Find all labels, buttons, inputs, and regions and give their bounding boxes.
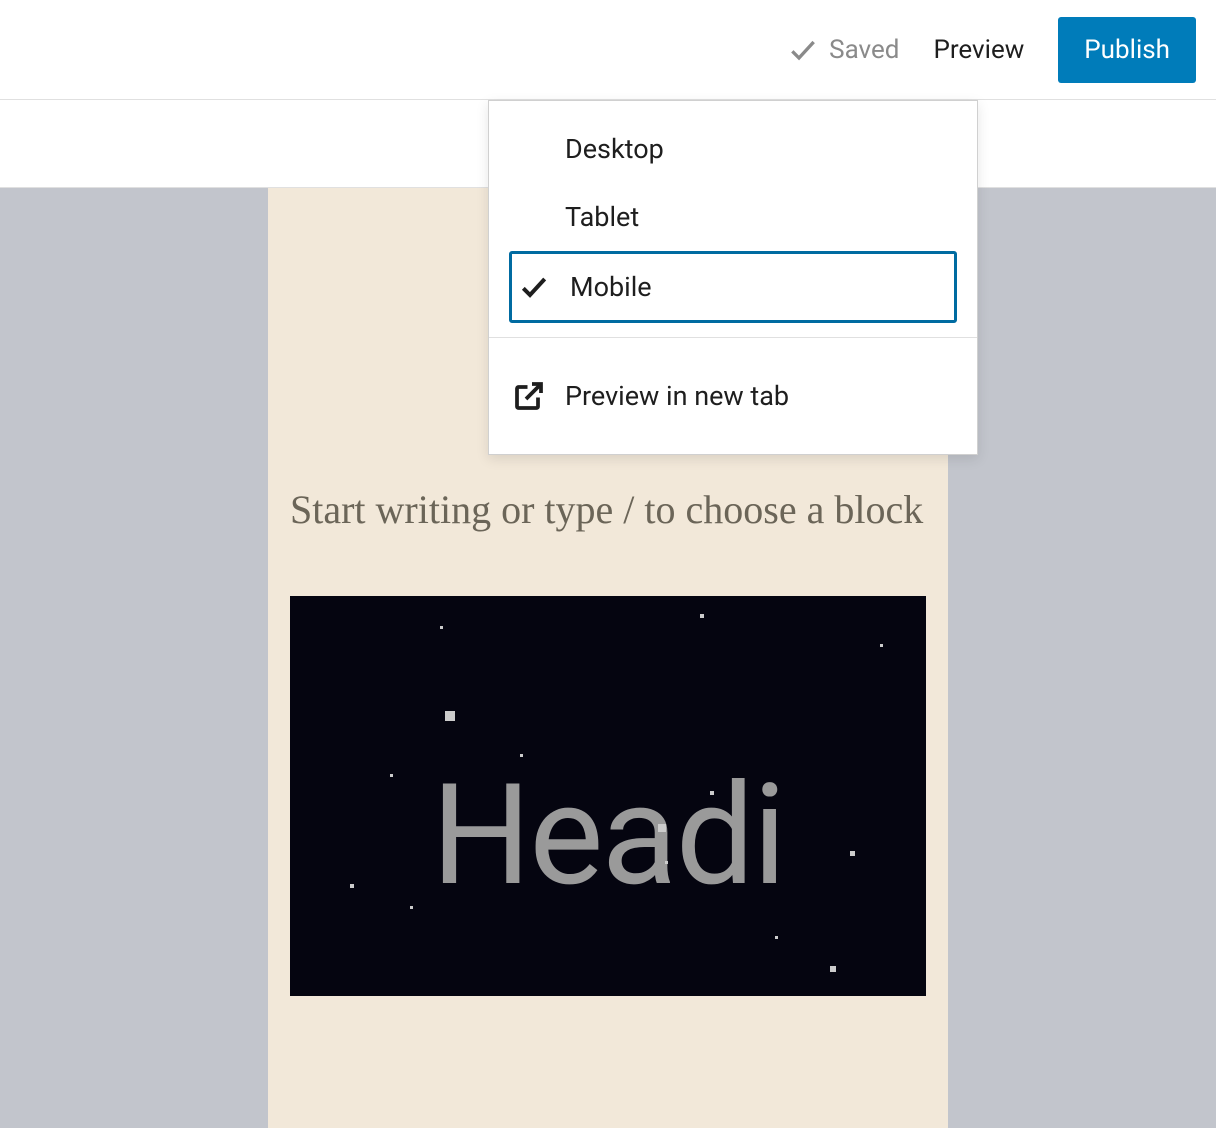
preview-button[interactable]: Preview	[921, 25, 1036, 75]
star-particle	[390, 774, 393, 777]
dropdown-item-tablet[interactable]: Tablet	[489, 183, 977, 251]
dropdown-device-section: Desktop Tablet Mobile	[489, 101, 977, 337]
saved-status: Saved	[787, 34, 899, 66]
star-particle	[830, 966, 836, 972]
dropdown-item-label: Desktop	[565, 133, 664, 165]
star-particle	[440, 626, 443, 629]
publish-button[interactable]: Publish	[1058, 17, 1196, 83]
cover-heading[interactable]: Headi	[431, 754, 784, 918]
check-icon	[787, 34, 819, 66]
star-particle	[658, 824, 666, 832]
block-placeholder[interactable]: Start writing or type / to choose a bloc…	[268, 476, 948, 544]
dropdown-item-desktop[interactable]: Desktop	[489, 115, 977, 183]
star-particle	[710, 791, 714, 795]
star-particle	[880, 644, 883, 647]
dropdown-item-label: Preview in new tab	[565, 380, 789, 412]
dropdown-item-label: Tablet	[565, 201, 639, 233]
star-particle	[775, 936, 778, 939]
cover-block[interactable]: Headi	[290, 596, 926, 996]
star-particle	[410, 906, 413, 909]
star-particle	[445, 711, 455, 721]
preview-dropdown: Desktop Tablet Mobile Preview in ne	[488, 100, 978, 455]
saved-label: Saved	[829, 35, 899, 65]
dropdown-item-preview-new-tab[interactable]: Preview in new tab	[489, 360, 977, 432]
external-link-icon	[511, 378, 547, 414]
star-particle	[850, 851, 855, 856]
editor-top-bar: Saved Preview Publish	[0, 0, 1216, 100]
dropdown-item-mobile[interactable]: Mobile	[509, 251, 957, 323]
dropdown-item-label: Mobile	[570, 271, 652, 303]
star-particle	[350, 884, 354, 888]
star-particle	[665, 861, 668, 864]
dropdown-actions-section: Preview in new tab	[489, 338, 977, 454]
star-particle	[520, 754, 523, 757]
star-particle	[700, 614, 704, 618]
check-icon	[516, 269, 552, 305]
